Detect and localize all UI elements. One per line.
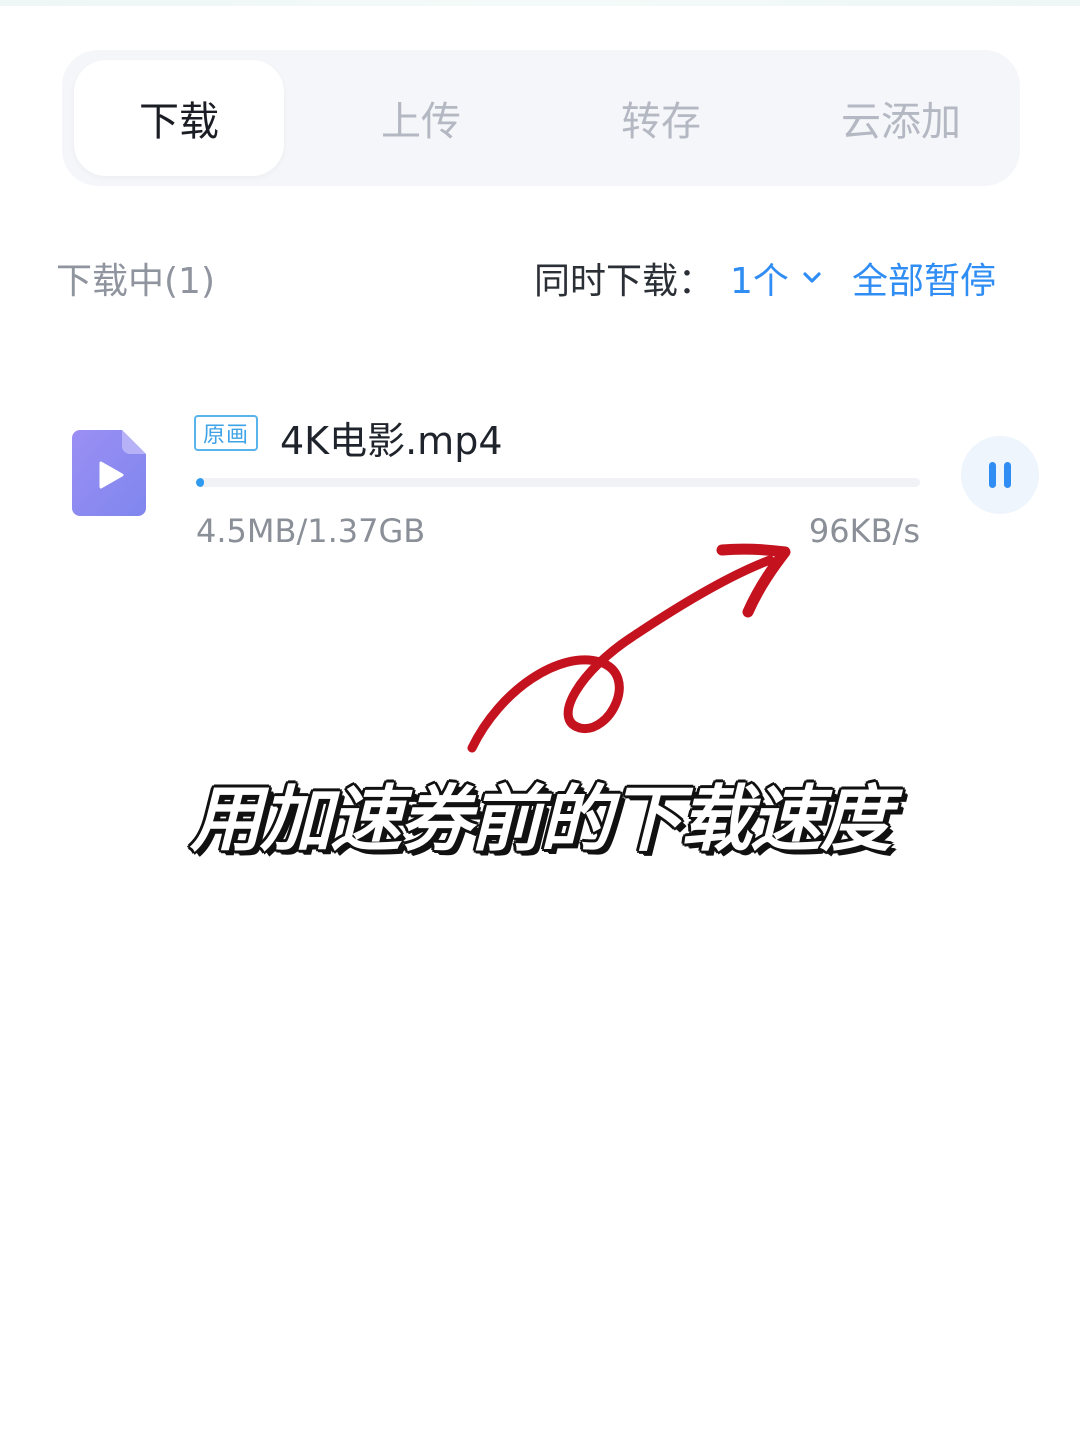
pause-icon (989, 462, 1011, 488)
download-progress-bar (196, 478, 920, 487)
downloading-section-title: 下载中(1) (56, 261, 215, 302)
original-quality-badge: 原画 (194, 415, 258, 451)
chevron-down-icon (803, 272, 821, 283)
concurrent-label: 同时下载： (534, 261, 715, 302)
video-file-icon (72, 430, 146, 516)
tab-cloud-add[interactable]: 云添加 (796, 60, 1006, 176)
top-edge (0, 0, 1080, 6)
tab-transfer[interactable]: 转存 (556, 60, 766, 176)
concurrent-downloads-selector[interactable]: 同时下载： 1个 (534, 252, 823, 304)
annotation-caption: 用加速券前的下载速度 (189, 777, 892, 861)
tab-upload[interactable]: 上传 (316, 60, 526, 176)
download-size-text: 4.5MB/1.37GB (196, 512, 426, 550)
concurrent-value: 1个 (730, 261, 789, 302)
pause-button[interactable] (961, 436, 1039, 514)
file-name: 4K电影.mp4 (280, 419, 503, 463)
tab-download[interactable]: 下载 (74, 60, 284, 176)
red-arrow-annotation (467, 543, 791, 753)
tab-bar: 下载 上传 转存 云添加 (62, 50, 1020, 186)
download-progress-fill (196, 478, 204, 487)
download-speed-text: 96KB/s (808, 512, 920, 550)
pause-all-button[interactable]: 全部暂停 (852, 252, 996, 304)
